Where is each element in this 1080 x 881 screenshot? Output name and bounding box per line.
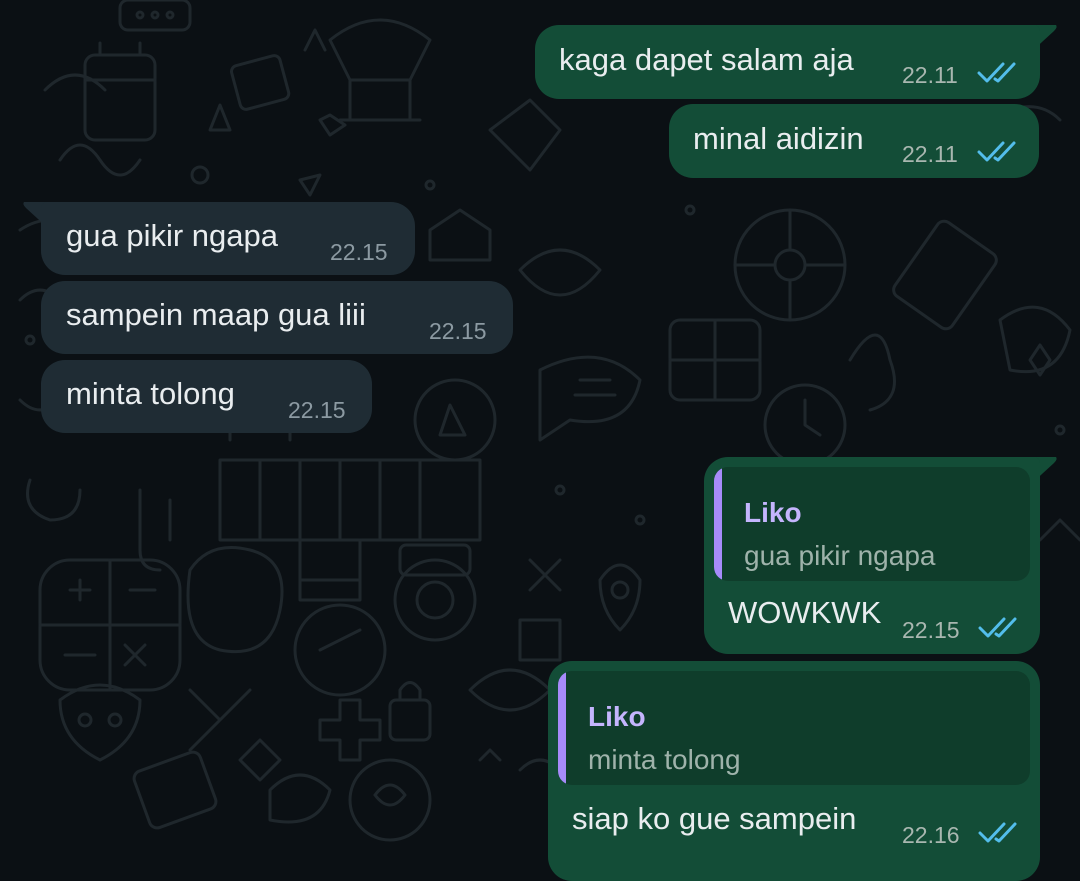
message-time: 22.15: [330, 239, 388, 265]
message-bubble-outgoing[interactable]: Liko minta tolong siap ko gue sampein 22…: [548, 661, 1040, 881]
reply-sender: Liko: [588, 701, 646, 732]
message-text: WOWKWK: [728, 595, 882, 630]
message-text: gua pikir ngapa: [66, 218, 278, 253]
message-bubble-incoming[interactable]: sampein maap gua liii 22.15: [41, 281, 513, 354]
message-time: 22.16: [902, 822, 960, 848]
message-text: sampein maap gua liii: [66, 297, 366, 332]
double-check-icon: [978, 617, 1017, 638]
message-time: 22.15: [288, 397, 346, 423]
message-time: 22.15: [429, 318, 487, 344]
double-check-icon: [977, 62, 1016, 83]
message-text: siap ko gue sampein: [572, 801, 857, 836]
double-check-icon: [977, 141, 1016, 162]
reply-quote[interactable]: Liko minta tolong: [558, 671, 1030, 785]
message-bubble-outgoing[interactable]: Liko gua pikir ngapa WOWKWK 22.15: [704, 457, 1040, 654]
reply-sender: Liko: [744, 497, 802, 528]
reply-text: minta tolong: [588, 744, 741, 775]
message-bubble-outgoing[interactable]: kaga dapet salam aja 22.11: [535, 25, 1040, 99]
reply-text: gua pikir ngapa: [744, 540, 936, 571]
message-text: minal aidizin: [693, 121, 864, 156]
reply-accent-bar: [714, 467, 722, 581]
double-check-icon: [978, 822, 1017, 843]
reply-accent-bar: [558, 671, 566, 785]
message-time: 22.15: [902, 617, 960, 643]
message-time: 22.11: [902, 141, 958, 167]
message-time: 22.11: [902, 62, 958, 88]
message-bubble-incoming[interactable]: gua pikir ngapa 22.15: [41, 202, 415, 275]
reply-quote[interactable]: Liko gua pikir ngapa: [714, 467, 1030, 581]
message-text: kaga dapet salam aja: [559, 42, 854, 77]
message-bubble-outgoing[interactable]: minal aidizin 22.11: [669, 104, 1039, 178]
message-text: minta tolong: [66, 376, 235, 411]
message-bubble-incoming[interactable]: minta tolong 22.15: [41, 360, 372, 433]
